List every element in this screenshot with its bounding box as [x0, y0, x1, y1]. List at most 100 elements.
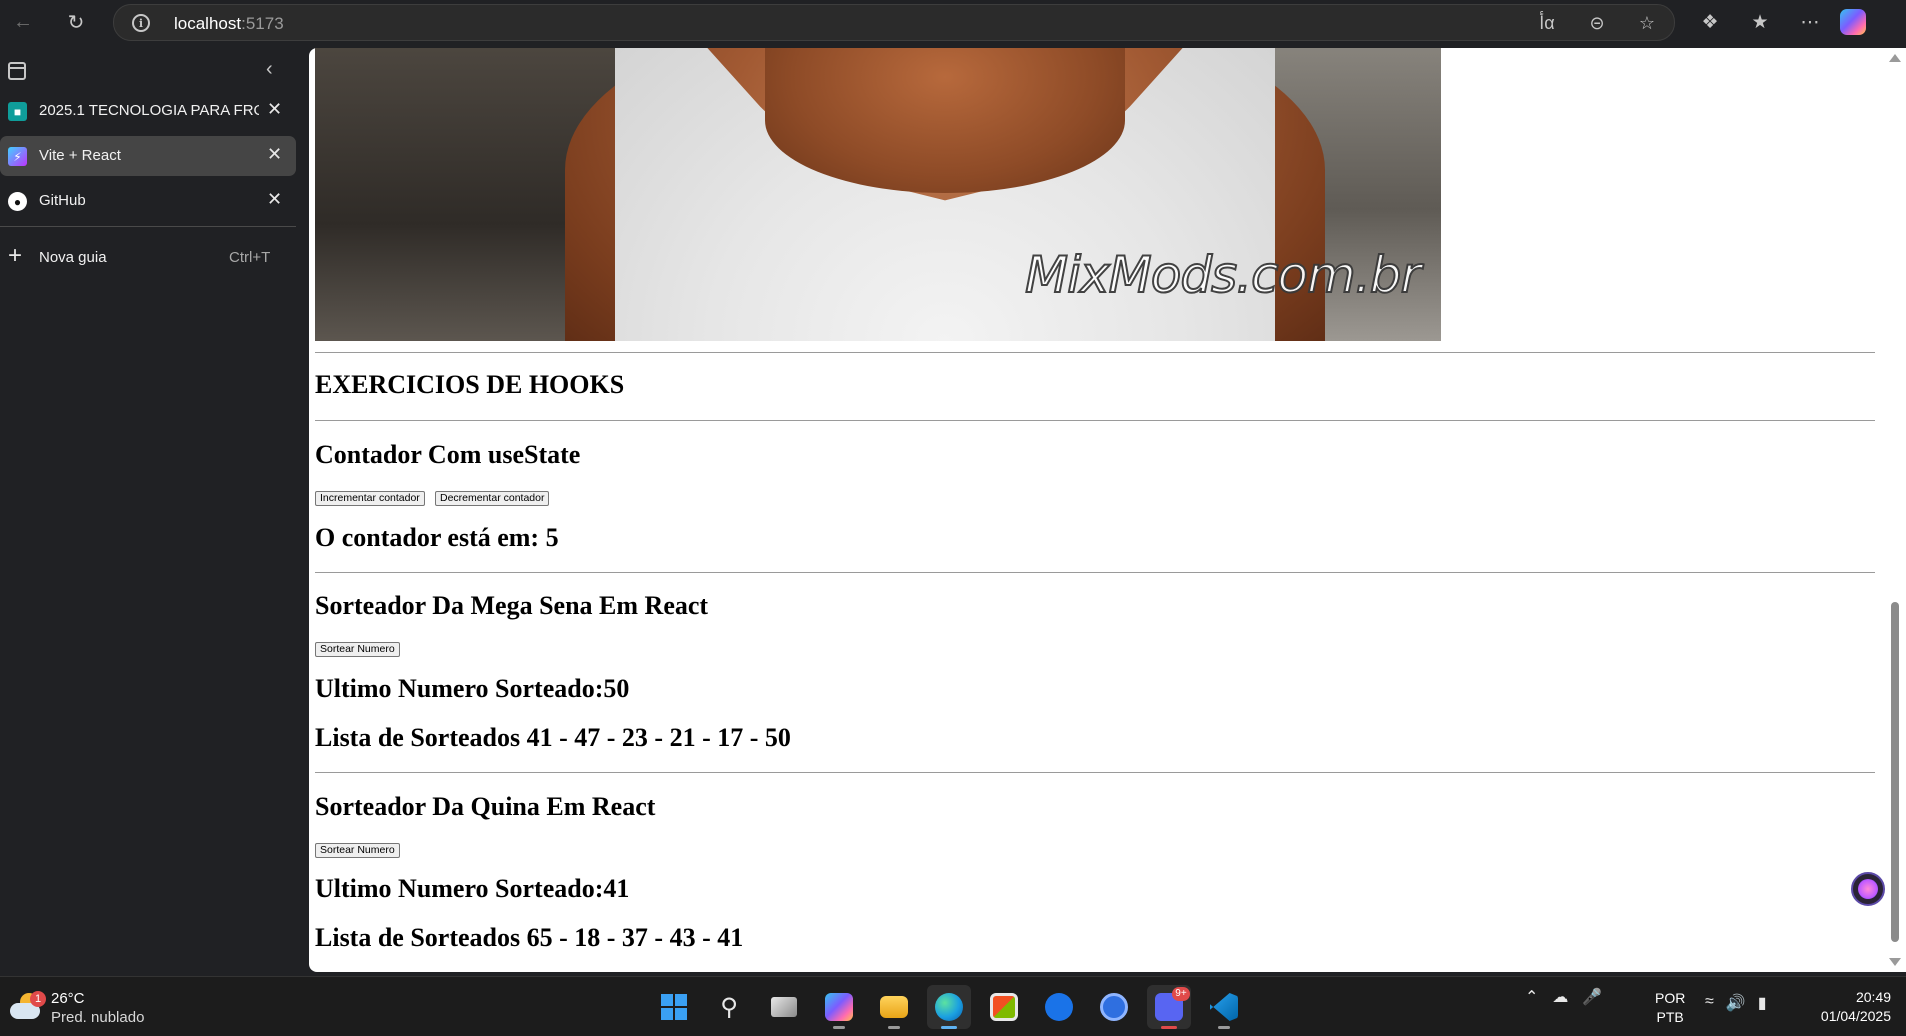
windows-logo-icon [661, 994, 687, 1020]
mega-sena-drawn-list: Lista de Sorteados 41 - 47 - 23 - 21 - 1… [315, 723, 791, 752]
address-bar[interactable]: i localhost:5173 أα ⊝ ☆ [113, 4, 1675, 41]
page-scrollbar[interactable] [1883, 48, 1906, 972]
chevron-up-icon[interactable]: ⌃ [1525, 987, 1538, 1007]
file-explorer-app[interactable] [872, 985, 916, 1029]
mega-sena-draw-button[interactable]: Sortear Numero [315, 642, 400, 657]
divider [315, 352, 1875, 353]
close-icon[interactable]: ✕ [267, 99, 282, 120]
discord-badge: 9+ [1172, 987, 1190, 1001]
back-arrow-icon[interactable]: ← [6, 5, 40, 39]
reload-icon[interactable]: ↻ [59, 5, 93, 39]
system-tray: ⌃ ☁ 🎤 [1525, 987, 1602, 1007]
quick-settings[interactable]: ≈ 🔊 ▮ [1705, 993, 1767, 1013]
increment-counter-button[interactable]: Incrementar contador [315, 491, 425, 506]
vscode-app[interactable] [1202, 985, 1246, 1029]
quick-assist-app[interactable] [1037, 985, 1081, 1029]
tab-title: 2025.1 TECNOLOGIA PARA FRONT [39, 102, 259, 119]
close-icon[interactable]: ✕ [267, 144, 282, 165]
scroll-up-arrow-icon[interactable] [1889, 54, 1901, 62]
sync-app[interactable] [1092, 985, 1136, 1029]
tab-classroom[interactable]: ■ 2025.1 TECNOLOGIA PARA FRONT ✕ [0, 91, 296, 131]
page-viewport: MixMods.com.br EXERCICIOS DE HOOKS Conta… [309, 48, 1906, 972]
new-tab-label: Nova guia [39, 249, 107, 266]
tab-github[interactable]: ● GitHub ✕ [0, 181, 296, 221]
taskbar: 1 26°C Pred. nublado ⚲ 9+ ⌃ ☁ 🎤 POR PTB … [0, 976, 1906, 1036]
volume-icon: 🔊 [1725, 995, 1746, 1012]
mega-sena-title: Sorteador Da Mega Sena Em React [315, 591, 709, 620]
vertical-tabs-sidebar: ‹ ■ 2025.1 TECNOLOGIA PARA FRONT ✕ ⚡ Vit… [0, 44, 308, 974]
start-button[interactable] [652, 985, 696, 1029]
quina-draw-button[interactable]: Sortear Numero [315, 843, 400, 858]
date: 01/04/2025 [1820, 1008, 1891, 1024]
divider [315, 420, 1875, 421]
battery-icon: ▮ [1757, 995, 1767, 1012]
discord-app[interactable]: 9+ [1147, 985, 1191, 1029]
tab-actions-icon[interactable] [8, 62, 26, 80]
tab-title: GitHub [39, 192, 86, 209]
hero-image: MixMods.com.br [315, 48, 1441, 341]
tab-vite-react[interactable]: ⚡ Vite + React ✕ [0, 136, 296, 176]
clock[interactable]: 20:49 01/04/2025 [1795, 988, 1891, 1026]
microphone-icon[interactable]: 🎤 [1582, 987, 1602, 1007]
copilot-icon[interactable] [1840, 9, 1866, 35]
divider [315, 572, 1875, 573]
store-app[interactable] [982, 985, 1026, 1029]
vscode-icon [1210, 993, 1238, 1021]
folder-icon [880, 996, 908, 1018]
time: 20:49 [1855, 989, 1891, 1005]
decrement-counter-button[interactable]: Decrementar contador [435, 491, 550, 506]
more-menu-icon[interactable]: ⋯ [1790, 5, 1830, 39]
weather-description: Pred. nublado [51, 1009, 145, 1026]
extensions-icon[interactable]: ❖ [1690, 5, 1730, 39]
close-icon[interactable]: ✕ [267, 189, 282, 210]
tab-title: Vite + React [39, 147, 121, 164]
partly-cloudy-icon: 1 [10, 991, 46, 1021]
keyboard-layout: PTB [1656, 1009, 1684, 1025]
new-tab-button[interactable]: + Nova guia Ctrl+T [0, 240, 296, 276]
scrollbar-thumb[interactable] [1891, 602, 1899, 942]
language-indicator[interactable]: POR PTB [1655, 989, 1685, 1027]
sync-icon [1100, 993, 1128, 1021]
brain-icon [1858, 879, 1878, 899]
counter-title: Contador Com useState [315, 440, 581, 469]
copilot-app[interactable] [817, 985, 861, 1029]
mega-sena-last-number: Ultimo Numero Sorteado:50 [315, 674, 630, 703]
read-aloud-icon[interactable]: أα [1530, 11, 1564, 35]
quina-title: Sorteador Da Quina Em React [315, 792, 656, 821]
taskbar-apps: ⚲ 9+ [652, 985, 1246, 1029]
floating-extension-button[interactable] [1851, 872, 1885, 906]
favorite-star-icon[interactable]: ☆ [1630, 11, 1664, 35]
page-content: MixMods.com.br EXERCICIOS DE HOOKS Conta… [309, 48, 1884, 972]
onedrive-error-icon[interactable]: ☁ [1552, 987, 1568, 1007]
store-icon [990, 993, 1018, 1021]
url-text[interactable]: localhost:5173 [174, 14, 284, 34]
collapse-sidebar-icon[interactable]: ‹ [266, 58, 273, 81]
page-title: EXERCICIOS DE HOOKS [315, 370, 625, 399]
scroll-down-arrow-icon[interactable] [1889, 958, 1901, 966]
classroom-icon: ■ [8, 102, 27, 121]
copilot-icon [825, 993, 853, 1021]
image-watermark: MixMods.com.br [1024, 245, 1422, 305]
url-host: localhost [174, 14, 242, 33]
browser-toolbar: ← ↻ i localhost:5173 أα ⊝ ☆ ❖ ★ ⋯ [0, 0, 1906, 44]
url-port: :5173 [241, 14, 284, 33]
quina-last-number: Ultimo Numero Sorteado:41 [315, 874, 630, 903]
search-icon: ⚲ [720, 993, 738, 1021]
edge-app[interactable] [927, 985, 971, 1029]
counter-result: O contador está em: 5 [315, 523, 559, 552]
vite-icon: ⚡ [8, 147, 27, 166]
new-tab-shortcut: Ctrl+T [229, 249, 271, 266]
site-info-icon[interactable]: i [132, 14, 150, 32]
weather-widget[interactable]: 1 26°C Pred. nublado [10, 987, 170, 1027]
divider [315, 772, 1875, 773]
favorites-icon[interactable]: ★ [1740, 5, 1780, 39]
quina-drawn-list: Lista de Sorteados 65 - 18 - 37 - 43 - 4… [315, 923, 744, 952]
github-icon: ● [8, 192, 27, 211]
sidebar-divider [0, 226, 296, 227]
search-button[interactable]: ⚲ [707, 985, 751, 1029]
zoom-icon[interactable]: ⊝ [1580, 11, 1614, 35]
language-code: POR [1655, 990, 1686, 1006]
quick-assist-icon [1045, 993, 1073, 1021]
weather-badge: 1 [30, 991, 46, 1007]
task-view-button[interactable] [762, 985, 806, 1029]
